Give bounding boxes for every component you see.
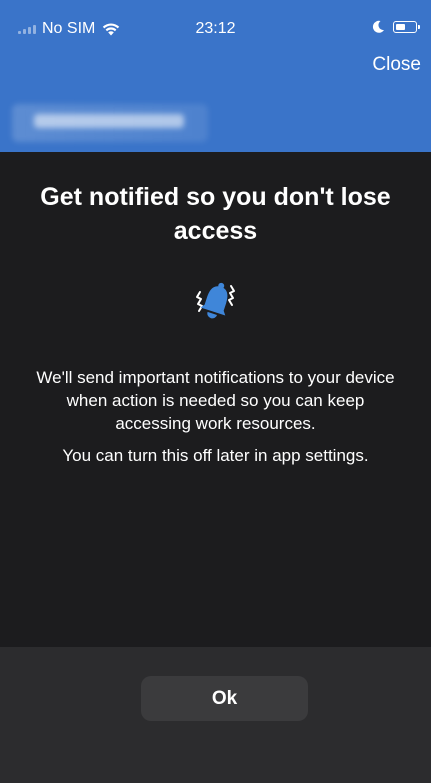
notification-permission-screen: No SIM 23:12 Close Get notified so you d… [0, 0, 431, 783]
main-content: Get notified so you don't lose access We… [0, 152, 431, 647]
settings-note-text: You can turn this off later in app setti… [62, 446, 369, 465]
account-name-blurred [12, 104, 208, 142]
bell-ringing-icon [190, 276, 242, 328]
footer: Ok [0, 647, 431, 783]
status-right [371, 20, 420, 34]
status-time: 23:12 [195, 20, 236, 37]
battery-icon [393, 21, 420, 33]
ok-button[interactable]: Ok [141, 676, 308, 721]
moon-icon [372, 20, 384, 33]
page-title: Get notified so you don't lose access [40, 183, 391, 245]
close-button[interactable]: Close [372, 54, 421, 76]
top-bar: No SIM 23:12 Close [0, 0, 431, 152]
status-bar: No SIM 23:12 [0, 0, 431, 46]
description-text: We'll send important notifications to yo… [36, 368, 395, 433]
